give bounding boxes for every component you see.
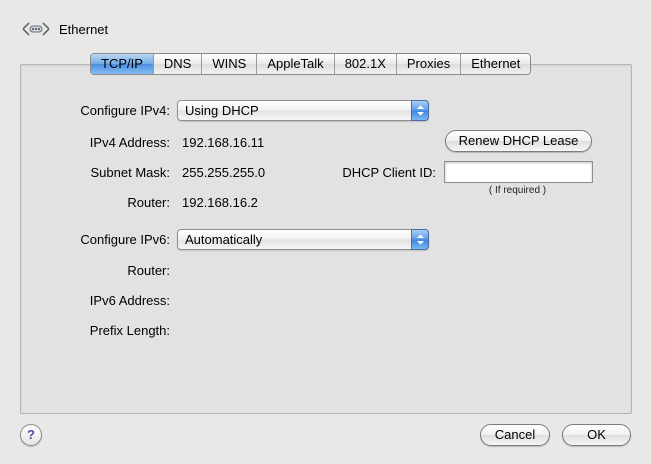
ipv4-address-label: IPv4 Address: [89, 135, 170, 150]
ipv4-router-value: 192.168.16.2 [182, 195, 258, 210]
tab-8021x[interactable]: 802.1X [333, 54, 396, 74]
help-icon: ? [27, 427, 35, 442]
ipv6-router-label: Router: [127, 263, 170, 278]
tab-bar: TCP/IP DNS WINS AppleTalk 802.1X Proxies… [90, 53, 532, 75]
tab-dns[interactable]: DNS [152, 54, 201, 74]
prefix-length-label: Prefix Length: [89, 323, 170, 338]
tab-proxies[interactable]: Proxies [395, 54, 460, 74]
ipv4-address-value: 192.168.16.11 [182, 135, 265, 150]
popup-arrows-icon [411, 100, 429, 121]
subnet-mask-value: 255.255.255.0 [182, 165, 266, 180]
window-title: Ethernet [59, 22, 109, 37]
tab-tcpip[interactable]: TCP/IP [91, 54, 153, 74]
configure-ipv6-popup[interactable]: Automatically [177, 229, 429, 250]
ok-button[interactable]: OK [562, 424, 631, 446]
subnet-mask-label: Subnet Mask: [90, 165, 171, 180]
configure-ipv4-popup[interactable]: Using DHCP [177, 100, 429, 121]
dhcp-client-id-hint: ( If required ) [488, 185, 547, 196]
popup-arrows-icon [411, 229, 429, 250]
ethernet-icon [20, 19, 52, 39]
tab-appletalk[interactable]: AppleTalk [256, 54, 333, 74]
configure-ipv6-label: Configure IPv6: [80, 232, 170, 247]
renew-dhcp-lease-button[interactable]: Renew DHCP Lease [445, 130, 592, 152]
dhcp-client-id-field[interactable] [444, 161, 593, 183]
dhcp-client-id-label: DHCP Client ID: [342, 165, 436, 180]
configure-ipv4-label: Configure IPv4: [80, 103, 170, 118]
configure-ipv6-value: Automatically [185, 232, 263, 247]
ipv4-router-label: Router: [127, 195, 170, 210]
cancel-button[interactable]: Cancel [480, 424, 550, 446]
tab-wins[interactable]: WINS [201, 54, 256, 74]
ipv6-address-label: IPv6 Address: [89, 293, 170, 308]
help-button[interactable]: ? [20, 424, 42, 446]
tab-ethernet[interactable]: Ethernet [460, 54, 530, 74]
configure-ipv4-value: Using DHCP [185, 103, 259, 118]
